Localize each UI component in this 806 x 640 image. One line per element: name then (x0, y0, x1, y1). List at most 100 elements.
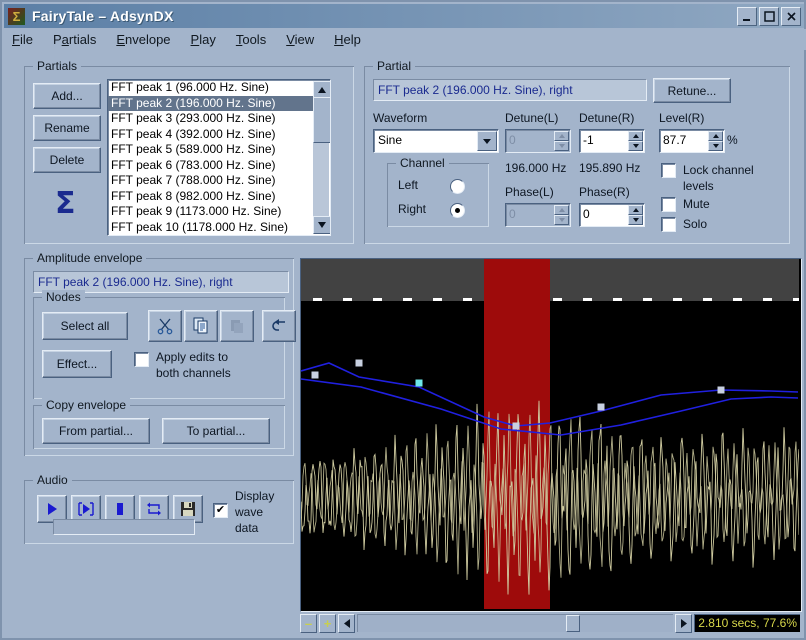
menu-item-play[interactable]: Play (191, 32, 216, 47)
chevron-down-icon[interactable] (477, 131, 497, 151)
hscroll-thumb[interactable] (566, 615, 580, 632)
partials-scroll-thumb[interactable] (313, 97, 331, 143)
menu-item-view[interactable]: View (286, 32, 314, 47)
detune-r-arrows[interactable] (628, 131, 643, 151)
list-item[interactable]: FFT peak 7 (788.000 Hz. Sine) (108, 173, 313, 189)
level-r-stepper[interactable]: 87.7 (659, 129, 725, 153)
stepper-down-icon[interactable] (628, 141, 643, 151)
detune-l-arrows (554, 131, 569, 151)
stepper-up-icon[interactable] (708, 131, 723, 141)
audio-legend: Audio (33, 473, 72, 487)
sigma-icon[interactable]: Σ (55, 189, 76, 219)
stepper-up-icon[interactable] (628, 131, 643, 141)
scroll-down-icon[interactable] (313, 216, 331, 234)
ruler-tick (313, 298, 322, 301)
partial-legend: Partial (373, 59, 415, 73)
list-item[interactable]: FFT peak 4 (392.000 Hz. Sine) (108, 127, 313, 143)
level-r-unit: % (727, 133, 738, 147)
scroll-left-icon[interactable] (338, 614, 355, 633)
radio-channel-right[interactable] (450, 203, 465, 218)
undo-arrow-icon[interactable] (262, 310, 296, 342)
list-item[interactable]: FFT peak 10 (1178.000 Hz. Sine) (108, 220, 313, 236)
list-item[interactable]: FFT peak 9 (1173.000 Hz. Sine) (108, 204, 313, 220)
envelope-node[interactable] (513, 423, 520, 430)
checkbox-display-wave-data[interactable]: ✔ (213, 503, 228, 518)
level-r-label: Level(R) (659, 111, 704, 125)
envelope-node[interactable] (356, 360, 363, 367)
paste-icon (220, 310, 254, 342)
detune-r-stepper[interactable]: -1 (579, 129, 645, 153)
stepper-down-icon[interactable] (708, 141, 723, 151)
rename-button[interactable]: Rename (33, 115, 101, 141)
detune-l-value: 0 (506, 130, 554, 152)
checkbox-mute[interactable] (661, 197, 676, 212)
close-icon[interactable] (781, 7, 801, 26)
wave-canvas[interactable] (301, 259, 799, 609)
wave-display[interactable] (300, 258, 802, 612)
stepper-up-icon[interactable] (628, 205, 643, 215)
menu-item-partials[interactable]: Partials (53, 32, 96, 47)
maximize-icon[interactable] (759, 7, 779, 26)
channel-left-label: Left (398, 178, 418, 192)
checkbox-apply-both-channels[interactable] (134, 352, 149, 367)
partial-group: Partial FFT peak 2 (196.000 Hz. Sine), r… (364, 66, 790, 244)
ruler-tick (643, 298, 652, 301)
checkbox-lock-channel-levels[interactable] (661, 163, 676, 178)
to-partial-button[interactable]: To partial... (162, 418, 270, 444)
zoom-out-button[interactable]: – (300, 614, 317, 633)
copy-legend: Copy envelope (42, 398, 130, 412)
waveform-select[interactable]: Sine (373, 129, 499, 153)
level-r-arrows[interactable] (708, 131, 723, 151)
phase-r-arrows[interactable] (628, 205, 643, 225)
list-item[interactable]: FFT peak 6 (783.000 Hz. Sine) (108, 158, 313, 174)
envelope-node[interactable] (312, 372, 319, 379)
effect-button[interactable]: Effect... (42, 350, 112, 378)
window-title: FairyTale – AdsynDX (32, 8, 174, 24)
list-item[interactable]: FFT peak 3 (293.000 Hz. Sine) (108, 111, 313, 127)
horizontal-scrollbar[interactable] (357, 614, 673, 632)
partials-scrollbar[interactable] (313, 81, 329, 234)
ruler-tick (463, 298, 472, 301)
list-item[interactable]: FFT peak 2 (196.000 Hz. Sine) (108, 96, 313, 112)
menu-item-help[interactable]: Help (334, 32, 361, 47)
ruler-tick (763, 298, 772, 301)
from-partial-button[interactable]: From partial... (42, 418, 150, 444)
scissors-icon[interactable] (148, 310, 182, 342)
menu-bar: File Partials Envelope Play Tools View H… (4, 29, 806, 50)
retune-button[interactable]: Retune... (653, 78, 731, 103)
nodes-group: Nodes Select all (33, 297, 285, 399)
menu-item-tools[interactable]: Tools (236, 32, 266, 47)
lock-label-line1: Lock channel (683, 163, 754, 177)
list-item[interactable]: FFT peak 1 (96.000 Hz. Sine) (108, 80, 313, 96)
list-item[interactable]: FFT peak 8 (982.000 Hz. Sine) (108, 189, 313, 205)
phase-r-stepper[interactable]: 0 (579, 203, 645, 227)
lock-label-line2: levels (683, 179, 714, 193)
ruler-tick (613, 298, 622, 301)
zoom-in-button[interactable]: + (319, 614, 336, 633)
scroll-right-icon[interactable] (675, 614, 692, 633)
stepper-down-icon[interactable] (628, 215, 643, 225)
partials-listbox[interactable]: FFT peak 1 (96.000 Hz. Sine)FFT peak 2 (… (107, 79, 331, 236)
amplitude-envelope-group: Amplitude envelope FFT peak 2 (196.000 H… (24, 258, 294, 456)
envelope-node[interactable] (598, 404, 605, 411)
detune-r-value: -1 (583, 133, 594, 147)
phase-l-value: 0 (506, 204, 554, 226)
select-all-button[interactable]: Select all (42, 312, 128, 340)
envelope-node-selected[interactable] (416, 380, 423, 387)
waveform-value: Sine (374, 130, 476, 152)
checkbox-solo[interactable] (661, 217, 676, 232)
channel-legend: Channel (396, 156, 449, 170)
envelope-node[interactable] (718, 387, 725, 394)
window-controls (737, 7, 801, 26)
delete-button[interactable]: Delete (33, 147, 101, 173)
list-item[interactable]: FFT peak 5 (589.000 Hz. Sine) (108, 142, 313, 158)
menu-item-envelope[interactable]: Envelope (116, 32, 170, 47)
level-r-value: 87.7 (660, 130, 708, 152)
freq-r-value: 195.890 Hz (579, 161, 640, 175)
copy-pages-icon[interactable] (184, 310, 218, 342)
menu-item-file[interactable]: File (12, 32, 33, 47)
radio-channel-left[interactable] (450, 179, 465, 194)
add-button[interactable]: Add... (33, 83, 101, 109)
partials-group: Partials Add... Rename Delete Σ FFT peak… (24, 66, 354, 244)
minimize-icon[interactable] (737, 7, 757, 26)
